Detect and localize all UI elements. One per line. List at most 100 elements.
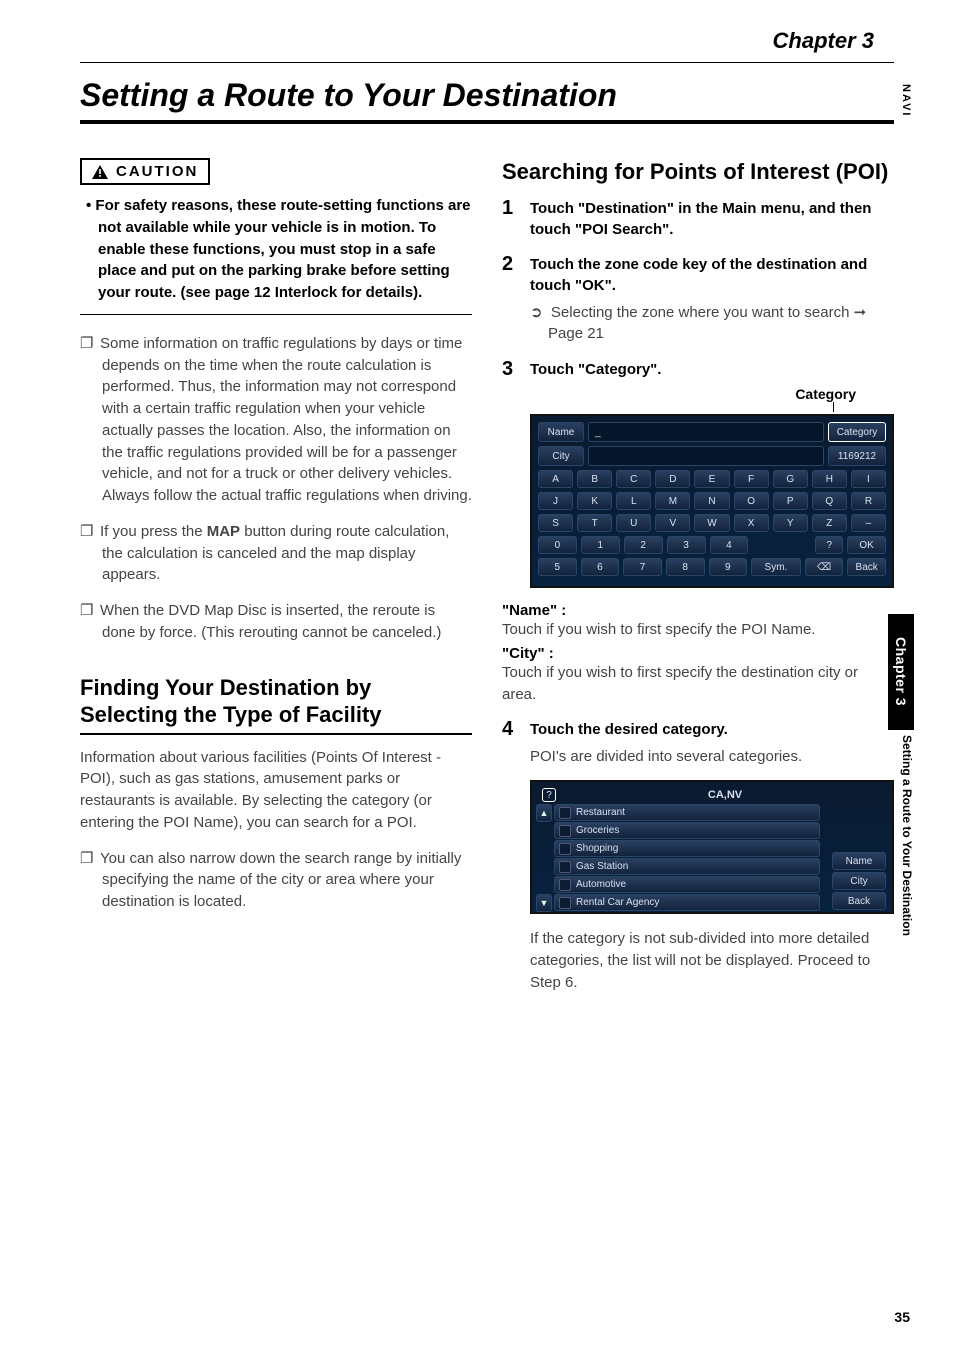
- keyboard-key[interactable]: L: [616, 492, 651, 510]
- screen2-back-button[interactable]: Back: [832, 892, 886, 910]
- city-option-label: "City" :: [502, 645, 894, 662]
- step-2: 2 Touch the zone code key of the destina…: [502, 254, 894, 296]
- keyboard-key[interactable]: W: [694, 514, 729, 532]
- keyboard-key[interactable]: 9: [709, 558, 748, 576]
- caution-label: CAUTION: [116, 163, 198, 180]
- keyboard-key[interactable]: –: [851, 514, 886, 532]
- keyboard-key[interactable]: T: [577, 514, 612, 532]
- poi-category-item[interactable]: Automotive: [554, 876, 820, 893]
- screen-name-field[interactable]: _: [588, 422, 824, 442]
- keyboard-key[interactable]: C: [616, 470, 651, 488]
- help-key[interactable]: ?: [815, 536, 843, 554]
- section-finding-intro: Information about various facilities (Po…: [80, 747, 472, 834]
- section-finding-title: Finding Your Destination by Selecting th…: [80, 674, 472, 735]
- step-4: 4 Touch the desired category.: [502, 719, 894, 740]
- keyboard-key[interactable]: F: [734, 470, 769, 488]
- side-tab-chapter: Chapter 3: [888, 614, 914, 730]
- screen2-name-button[interactable]: Name: [832, 852, 886, 870]
- note-item: ❐If you press the MAP button during rout…: [80, 521, 472, 586]
- caution-header: CAUTION: [80, 158, 210, 185]
- category-icon: [559, 861, 571, 873]
- back-key[interactable]: Back: [847, 558, 886, 576]
- bullet-box-icon: ❐: [80, 848, 100, 870]
- step-3: 3 Touch "Category".: [502, 359, 894, 380]
- keyboard-key[interactable]: X: [734, 514, 769, 532]
- keyboard-key[interactable]: M: [655, 492, 690, 510]
- keyboard-key[interactable]: N: [694, 492, 729, 510]
- keyboard-key[interactable]: 6: [581, 558, 620, 576]
- category-item-label: Automotive: [576, 879, 626, 890]
- keyboard-key[interactable]: 4: [710, 536, 749, 554]
- name-option-text: Touch if you wish to first specify the P…: [502, 619, 894, 641]
- keyboard-key[interactable]: I: [851, 470, 886, 488]
- category-leader-line: [833, 402, 834, 412]
- keyboard-key[interactable]: U: [616, 514, 651, 532]
- help-icon[interactable]: ?: [542, 788, 556, 802]
- step-number: 1: [502, 198, 518, 240]
- keyboard-key[interactable]: R: [851, 492, 886, 510]
- note-item: ❐When the DVD Map Disc is inserted, the …: [80, 600, 472, 644]
- keyboard-key[interactable]: 1: [581, 536, 620, 554]
- keyboard-key[interactable]: O: [734, 492, 769, 510]
- poi-category-item[interactable]: Groceries: [554, 822, 820, 839]
- category-item-label: Rental Car Agency: [576, 897, 659, 908]
- delete-key[interactable]: ⌫: [805, 558, 844, 576]
- poi-category-item[interactable]: Rental Car Agency: [554, 894, 820, 911]
- scroll-up-button[interactable]: ▲: [536, 804, 552, 822]
- keyboard-key[interactable]: A: [538, 470, 573, 488]
- ok-key[interactable]: OK: [847, 536, 886, 554]
- step-1: 1 Touch "Destination" in the Main menu, …: [502, 198, 894, 240]
- category-icon: [559, 825, 571, 837]
- keyboard-key[interactable]: 7: [623, 558, 662, 576]
- screen-count: 1169212: [828, 446, 886, 466]
- keyboard-key[interactable]: 5: [538, 558, 577, 576]
- screen-name-tab[interactable]: Name: [538, 422, 584, 442]
- category-item-label: Groceries: [576, 825, 619, 836]
- bullet-box-icon: ❐: [80, 333, 100, 355]
- poi-category-item[interactable]: Gas Station: [554, 858, 820, 875]
- bullet-box-icon: ❐: [80, 521, 100, 543]
- category-icon: [559, 879, 571, 891]
- city-option-text: Touch if you wish to first specify the d…: [502, 662, 894, 706]
- keyboard-key[interactable]: 8: [666, 558, 705, 576]
- poi-category-item[interactable]: Shopping: [554, 840, 820, 857]
- category-item-label: Gas Station: [576, 861, 628, 872]
- keyboard-key[interactable]: G: [773, 470, 808, 488]
- keyboard-key[interactable]: V: [655, 514, 690, 532]
- keyboard-key[interactable]: Y: [773, 514, 808, 532]
- keyboard-key[interactable]: J: [538, 492, 573, 510]
- keyboard-key[interactable]: 0: [538, 536, 577, 554]
- side-navi-label: NAVI: [900, 84, 912, 117]
- keyboard-key[interactable]: B: [577, 470, 612, 488]
- keyboard-key[interactable]: S: [538, 514, 573, 532]
- note-item: ❐You can also narrow down the search ran…: [80, 848, 472, 913]
- side-running-title: Setting a Route to Your Destination: [900, 735, 914, 936]
- page-title: Setting a Route to Your Destination: [80, 77, 894, 124]
- keyboard-key[interactable]: K: [577, 492, 612, 510]
- poi-category-item[interactable]: Restaurant: [554, 804, 820, 821]
- step-4-after: If the category is not sub-divided into …: [502, 928, 894, 993]
- screen-category-button[interactable]: Category: [828, 422, 886, 442]
- keyboard-key[interactable]: Q: [812, 492, 847, 510]
- keyboard-key[interactable]: 3: [667, 536, 706, 554]
- sym-key[interactable]: Sym.: [751, 558, 801, 576]
- step-text: Touch the zone code key of the destinati…: [530, 254, 894, 296]
- keyboard-key[interactable]: P: [773, 492, 808, 510]
- keyboard-key[interactable]: 2: [624, 536, 663, 554]
- screen-city-tab[interactable]: City: [538, 446, 584, 466]
- name-option-label: "Name" :: [502, 602, 894, 619]
- keyboard-key[interactable]: H: [812, 470, 847, 488]
- screen2-city-button[interactable]: City: [832, 872, 886, 890]
- step-text: Touch "Destination" in the Main menu, an…: [530, 198, 894, 240]
- section-poi-title: Searching for Points of Interest (POI): [502, 158, 894, 186]
- keyboard-key[interactable]: D: [655, 470, 690, 488]
- scroll-down-button[interactable]: ▼: [536, 894, 552, 912]
- screen2-title: CA,NV: [562, 789, 888, 801]
- screen-city-field[interactable]: [588, 446, 824, 466]
- step-number: 3: [502, 359, 518, 380]
- keyboard-key[interactable]: E: [694, 470, 729, 488]
- keyboard-key[interactable]: Z: [812, 514, 847, 532]
- step-number: 4: [502, 719, 518, 740]
- step-number: 2: [502, 254, 518, 296]
- note-item: ❐Some information on traffic regulations…: [80, 333, 472, 507]
